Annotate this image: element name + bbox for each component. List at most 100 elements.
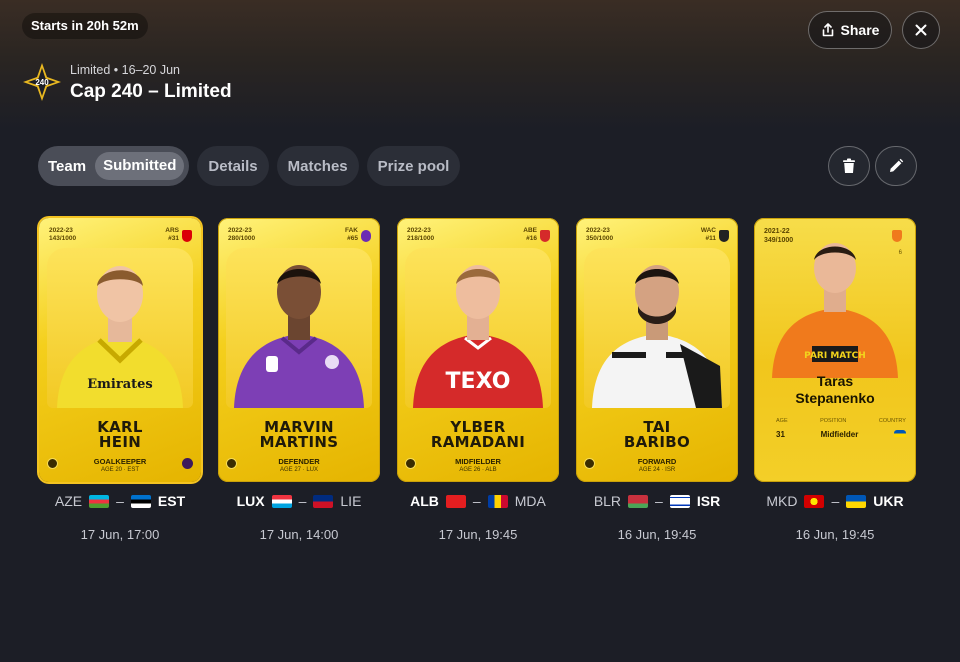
card-serial: 2022-23 280/1000 [228,227,256,242]
fixture-separator: – [298,493,307,509]
flag-aze-icon [89,494,110,508]
flag-ukr-icon [846,494,867,508]
player-card[interactable]: 2022-23 350/1000 WAC #11 TAI BARIBO FORWARD… [576,218,738,482]
player-photo: PARI MATCH [772,243,898,378]
flag-est-icon [130,494,151,508]
fixture-separator: – [472,493,481,509]
card-club: ARS #31 [165,227,179,242]
fixture-separator: – [655,493,663,509]
club-crest-icon [361,230,371,242]
card-club: WAC #11 [700,227,716,242]
flag-lie-icon [313,494,334,508]
tab-details[interactable]: Details [197,146,269,186]
fixture-date: 17 Jun, 14:00 [259,527,339,542]
home-team-code: LUX [236,493,265,509]
away-team-code: UKR [873,493,904,509]
player-photo: Emirates [47,248,193,408]
fixture-date: 17 Jun, 19:45 [438,527,518,542]
player-name: KARL HEIN [97,418,143,451]
away-team-code: ISR [696,493,721,509]
player-position: MIDFIELDER [455,457,501,466]
trash-icon [843,158,855,173]
fixture-separator: – [116,493,124,509]
close-icon [915,24,927,36]
player-position: GOALKEEPER [93,457,147,466]
player-age: AGE 27 · LUX [279,467,319,473]
rarity-badge-icon [584,458,595,469]
rarity-badge-icon [226,458,237,469]
home-team-code: MKD [766,493,798,509]
flag-mkd-icon [804,494,825,508]
competition-logo-text: 240 [35,78,49,87]
player-position: DEFENDER [278,457,320,466]
share-icon [822,23,833,37]
rarity-badge-icon [47,458,58,469]
away-team-code: EST [157,493,186,509]
player-meta-labels: AGE POSITION COUNTRY [776,418,906,424]
share-label: Share [840,22,880,38]
fixture: BLR – ISR [576,493,738,509]
pencil-icon [890,158,904,172]
jersey-sponsor: PARI MATCH [804,351,866,361]
player-photo [226,248,372,408]
fixture: LUX – LIE [218,493,380,509]
player-meta-values: 31 Midfielder [776,430,906,439]
start-timer-badge: Starts in 20h 52m [22,13,148,39]
svg-text:Emirates: Emirates [87,377,152,392]
fixture-separator: – [831,493,840,509]
tab-team[interactable]: Team Submitted [38,146,190,186]
competition-title: Cap 240 – Limited [70,81,232,102]
player-position: FORWARD [637,457,677,466]
country-flag-icon [894,430,906,437]
home-team-code: BLR [593,493,622,509]
player-age: AGE 20 · EST [100,467,140,473]
fixture: MKD – UKR [754,493,916,509]
card-serial: 2022-23 143/1000 [49,227,77,242]
player-card[interactable]: 2022-23 143/1000 ARS #31 Emirates KARL HEIN… [39,218,201,482]
home-team-code: ALB [410,493,439,509]
player-card[interactable]: 2021-22 349/1000 6 PARI MATCH Taras Stepan… [754,218,916,482]
player-name: Taras Stepanenko [795,373,875,406]
share-button[interactable]: Share [808,11,892,49]
fixture-date: 17 Jun, 17:00 [80,527,160,542]
fixture-date: 16 Jun, 19:45 [617,527,697,542]
home-team-code: AZE [54,493,83,509]
player-age: AGE 26 · ALB [459,467,497,473]
flag-mda-icon [487,494,508,508]
club-crest-icon [540,230,550,242]
close-button[interactable] [902,11,940,49]
competition-subtitle: Limited • 16–20 Jun [70,63,181,77]
tab-matches[interactable]: Matches [276,146,359,186]
club-crest-icon [182,230,192,242]
player-photo [584,248,730,408]
flag-blr-icon [628,494,649,508]
card-serial: 2022-23 350/1000 [586,227,614,242]
tab-prize-pool[interactable]: Prize pool [366,146,461,186]
fixture: ALB – MDA [397,493,559,509]
card-club: FAK #65 [345,227,358,242]
player-photo: TEXO [405,248,551,408]
player-name: TAI BARIBO [623,418,691,451]
away-team-code: LIE [340,493,362,509]
flag-lux-icon [271,494,292,508]
rarity-badge-icon [405,458,416,469]
card-serial: 2022-23 218/1000 [407,227,435,242]
tab-team-label: Team [48,157,87,175]
player-age: AGE 24 · ISR [638,467,676,473]
tab-bar: Team Submitted Details Matches Prize poo… [38,146,461,186]
player-name: YLBER RAMADANI [430,418,526,451]
league-badge-icon [182,458,193,469]
submitted-status-badge: Submitted [95,152,185,180]
competition-logo: 240 [23,63,61,101]
flag-isr-icon [669,494,690,508]
fixture-date: 16 Jun, 19:45 [795,527,875,542]
flag-alb-icon [445,494,466,508]
delete-team-button[interactable] [828,146,870,186]
away-team-code: MDA [514,493,546,509]
edit-team-button[interactable] [875,146,917,186]
player-card[interactable]: 2022-23 280/1000 FAK #65 MARVIN MARTINS DEF… [218,218,380,482]
player-name: MARVIN MARTINS [259,418,339,451]
jersey-sponsor: TEXO [446,369,511,394]
card-club: ABE #16 [523,227,537,242]
player-card[interactable]: 2022-23 218/1000 ABE #16 TEXO YLBER RAMADAN… [397,218,559,482]
